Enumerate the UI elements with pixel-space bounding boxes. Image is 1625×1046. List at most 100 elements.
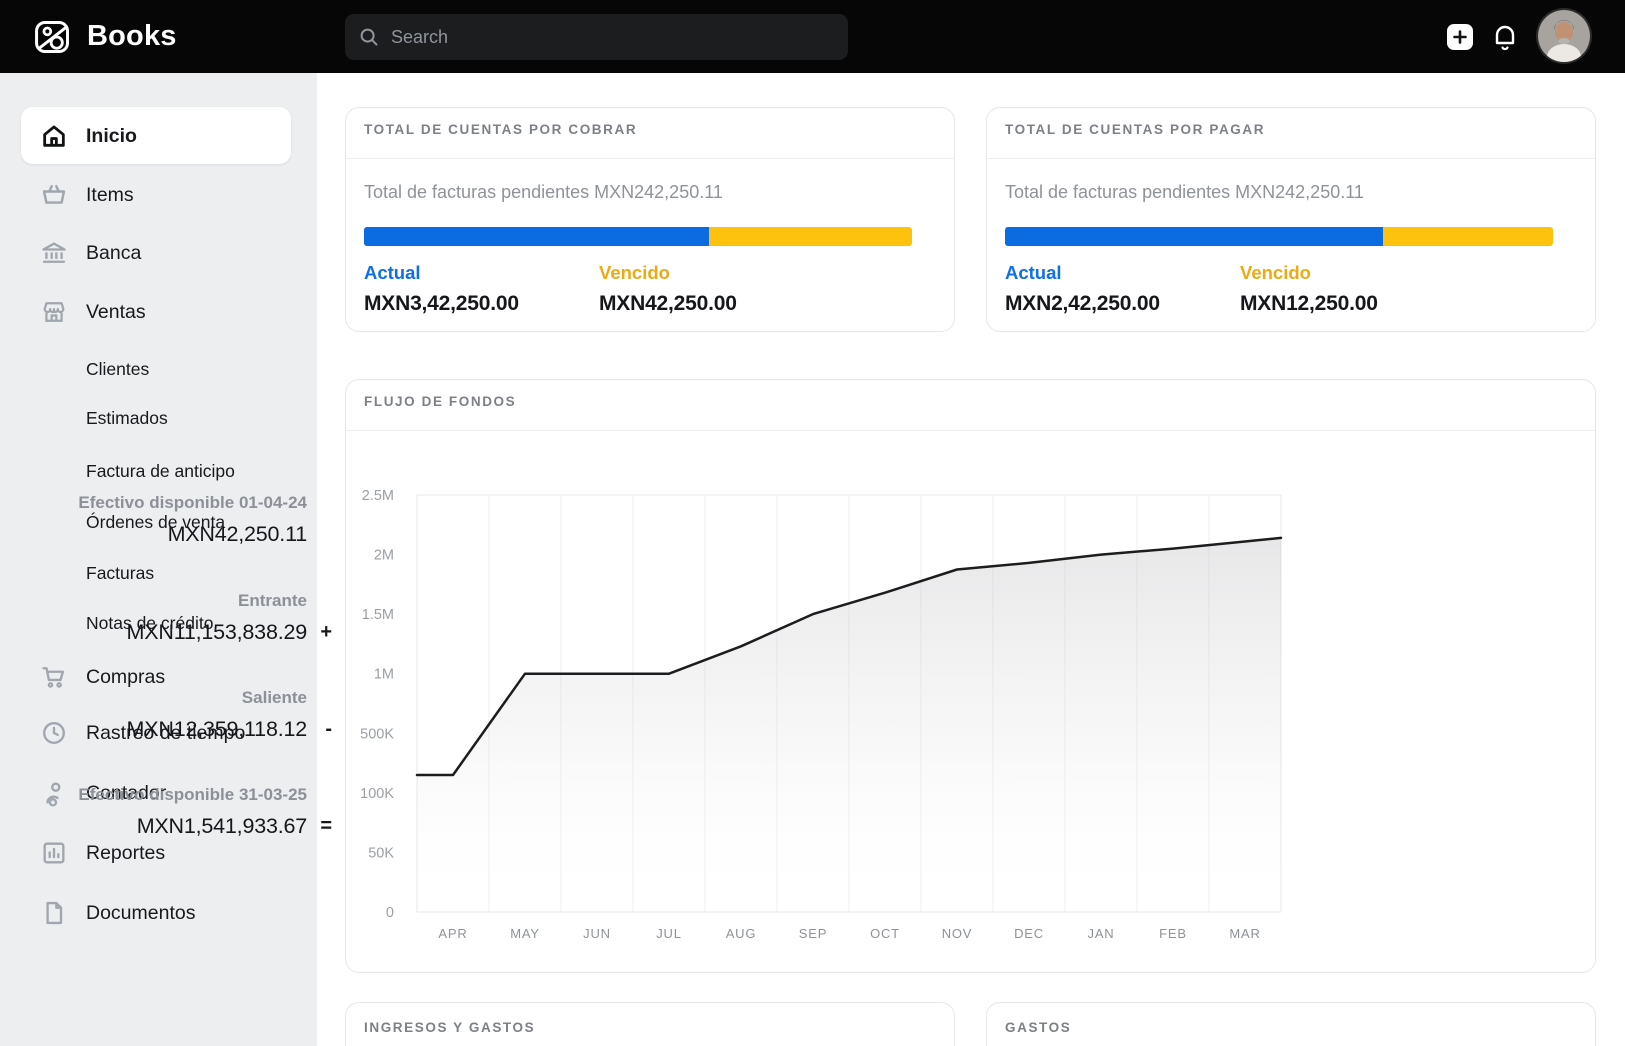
basket-icon bbox=[40, 181, 68, 209]
search-input[interactable] bbox=[389, 26, 834, 49]
stat-value: MXN1,541,933.67 bbox=[78, 809, 307, 843]
stat-label: Entrante bbox=[127, 586, 307, 615]
sidebar-item-items[interactable]: Items bbox=[0, 175, 300, 215]
storefront-icon bbox=[40, 298, 68, 326]
sidebar-item-label: Items bbox=[86, 184, 134, 207]
divider bbox=[987, 158, 1595, 159]
document-icon bbox=[40, 899, 68, 927]
user-avatar[interactable] bbox=[1538, 10, 1590, 62]
stat-label: Efectivo disponible 01-04-24 bbox=[78, 488, 307, 517]
stat-operator: + bbox=[320, 621, 332, 644]
payables-current-label: Actual bbox=[1005, 262, 1062, 284]
stat-label: Saliente bbox=[127, 683, 307, 712]
sidebar-item-documentos[interactable]: Documentos bbox=[0, 893, 300, 933]
x-axis-month-label: MAR bbox=[1229, 926, 1260, 941]
stat-incoming: Entrante MXN11,153,838.29 + bbox=[127, 586, 307, 649]
sidebar-item-factura-de-anticipo[interactable]: Factura de anticipo bbox=[0, 451, 300, 491]
stat-operator: - bbox=[325, 718, 332, 741]
sidebar: Inicio Items Banca Ventas Clientes Estim… bbox=[0, 73, 317, 1046]
stat-label: Efectivo disponible 31-03-25 bbox=[78, 780, 307, 809]
stat-outgoing: Saliente MXN12,359,118.12 - bbox=[127, 683, 307, 746]
receivables-overdue-label: Vencido bbox=[599, 262, 670, 284]
x-axis-month-label: SEP bbox=[799, 926, 827, 941]
y-axis-tick-label: 500K bbox=[360, 726, 394, 742]
sidebar-item-estimados[interactable]: Estimados bbox=[0, 398, 300, 438]
x-axis-month-label: JUN bbox=[583, 926, 611, 941]
sidebar-item-label: Facturas bbox=[86, 563, 154, 584]
y-axis-tick-label: 1M bbox=[374, 667, 394, 683]
person-icon bbox=[40, 779, 68, 807]
sidebar-item-label: Factura de anticipo bbox=[86, 461, 235, 482]
cashflow-chart: 0 50K 100K 500K 1M 1.5M 2M 2.5M APR MAY JUN JUL AUG S… bbox=[346, 380, 1597, 974]
sidebar-item-ventas[interactable]: Ventas bbox=[0, 292, 300, 332]
divider bbox=[346, 158, 954, 159]
payables-progress-bar bbox=[1005, 227, 1553, 246]
app-name: Books bbox=[87, 20, 177, 53]
sidebar-item-label: Estimados bbox=[86, 408, 168, 429]
y-axis-tick-label: 50K bbox=[368, 845, 394, 861]
cashflow-card: FLUJO DE FONDOS 050K100K500K1M1.5M2M2.5M… bbox=[345, 379, 1596, 973]
x-axis-month-label: OCT bbox=[870, 926, 900, 941]
cart-icon bbox=[40, 663, 68, 691]
sidebar-item-label: Reportes bbox=[86, 842, 165, 865]
quick-add-button[interactable] bbox=[1447, 24, 1473, 50]
topbar: Books bbox=[0, 0, 1625, 73]
avatar-image bbox=[1538, 10, 1590, 62]
app-logo[interactable]: Books bbox=[30, 14, 177, 59]
stat-value: MXN11,153,838.29 bbox=[127, 615, 307, 649]
payables-overdue-label: Vencido bbox=[1240, 262, 1311, 284]
plus-icon bbox=[1453, 30, 1467, 44]
receivables-current-label: Actual bbox=[364, 262, 421, 284]
search-icon bbox=[359, 27, 379, 47]
stat-closing-balance: Efectivo disponible 31-03-25 MXN1,541,93… bbox=[78, 780, 307, 843]
stat-value: MXN42,250.11 bbox=[78, 517, 307, 551]
sidebar-item-clientes[interactable]: Clientes bbox=[0, 349, 300, 389]
bell-icon bbox=[1492, 22, 1518, 52]
sidebar-item-inicio[interactable]: Inicio bbox=[0, 116, 300, 156]
stat-operator: = bbox=[320, 815, 332, 838]
receivables-subtitle: Total de facturas pendientes MXN242,250.… bbox=[364, 182, 723, 203]
x-axis-month-label: FEB bbox=[1159, 926, 1187, 941]
y-axis-tick-label: 2M bbox=[374, 548, 394, 564]
home-icon bbox=[40, 122, 68, 150]
receivables-card: TOTAL DE CUENTAS POR COBRAR Total de fac… bbox=[345, 107, 955, 332]
clock-icon bbox=[40, 719, 68, 747]
x-axis-month-label: JUL bbox=[656, 926, 682, 941]
receivables-current-value: MXN3,42,250.00 bbox=[364, 292, 519, 316]
stat-opening-balance: Efectivo disponible 01-04-24 MXN42,250.1… bbox=[78, 488, 307, 551]
bank-icon bbox=[40, 239, 68, 267]
payables-subtitle: Total de facturas pendientes MXN242,250.… bbox=[1005, 182, 1364, 203]
x-axis-month-label: DEC bbox=[1014, 926, 1044, 941]
y-axis-tick-label: 100K bbox=[360, 786, 394, 802]
x-axis-month-label: APR bbox=[438, 926, 467, 941]
books-dashboard: Books bbox=[0, 0, 1625, 1046]
payables-overdue-value: MXN12,250.00 bbox=[1240, 292, 1378, 316]
books-logo-icon bbox=[30, 14, 75, 59]
expenses-card-title: GASTOS bbox=[1005, 1020, 1071, 1035]
payables-current-value: MXN2,42,250.00 bbox=[1005, 292, 1160, 316]
income-expense-card: INGRESOS Y GASTOS bbox=[345, 1002, 955, 1046]
payables-card: TOTAL DE CUENTAS POR PAGAR Total de fact… bbox=[986, 107, 1596, 332]
receivables-progress-bar bbox=[364, 227, 912, 246]
payables-current-segment bbox=[1005, 227, 1383, 246]
y-axis-tick-label: 1.5M bbox=[362, 607, 394, 623]
sidebar-item-label: Documentos bbox=[86, 902, 195, 925]
sidebar-item-label: Ventas bbox=[86, 301, 146, 324]
x-axis-month-label: NOV bbox=[942, 926, 973, 941]
x-axis-month-label: MAY bbox=[510, 926, 540, 941]
search-bar[interactable] bbox=[345, 14, 848, 60]
sidebar-item-label: Banca bbox=[86, 242, 141, 265]
sidebar-item-label: Clientes bbox=[86, 359, 149, 380]
expenses-card: GASTOS bbox=[986, 1002, 1596, 1046]
notifications-button[interactable] bbox=[1492, 22, 1518, 52]
receivables-overdue-value: MXN42,250.00 bbox=[599, 292, 737, 316]
report-chart-icon bbox=[40, 839, 68, 867]
sidebar-item-label: Inicio bbox=[86, 125, 137, 148]
receivables-card-title: TOTAL DE CUENTAS POR COBRAR bbox=[364, 122, 637, 137]
stat-value: MXN12,359,118.12 bbox=[127, 712, 307, 746]
y-axis-tick-label: 0 bbox=[386, 905, 394, 921]
sidebar-item-banca[interactable]: Banca bbox=[0, 233, 300, 273]
y-axis-tick-label: 2.5M bbox=[362, 488, 394, 504]
x-axis-month-label: AUG bbox=[726, 926, 757, 941]
receivables-current-segment bbox=[364, 227, 709, 246]
